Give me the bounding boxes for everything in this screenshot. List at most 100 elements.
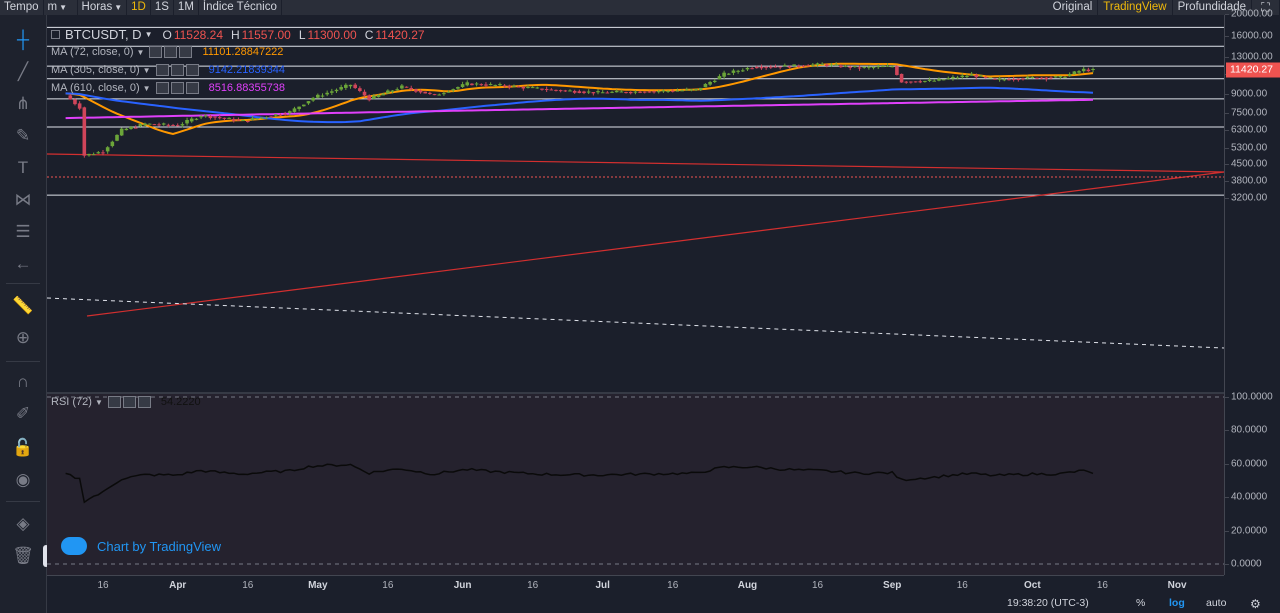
price-pane[interactable]: BTCUSDT, D ▼ O 11528.24 H 11557.00 L 11300.… xyxy=(46,15,1225,392)
gear-icon[interactable]: ⚙ xyxy=(1250,597,1261,611)
candle-body xyxy=(993,78,997,80)
price-axis[interactable]: 30000.0024000.0020000.0016000.0013000.00… xyxy=(1224,0,1280,575)
toolbar-item-hours[interactable]: Horas ▼ xyxy=(78,0,128,15)
toolbar-item-1d[interactable]: 1D xyxy=(127,0,151,15)
rsi-axis-label: 60.0000 xyxy=(1231,458,1268,470)
rsi-axis-tick xyxy=(1225,430,1229,432)
candle-body xyxy=(666,90,670,92)
candle-body xyxy=(96,152,101,154)
visibility-toggle-icon[interactable] xyxy=(155,64,169,76)
time-axis[interactable]: 16 Apr 16 May 16 Jun 16 Jul 16 Aug 16 Sep 16 Oct 16 Nov xyxy=(47,575,1224,594)
price-axis-tick xyxy=(1225,163,1229,165)
candle-body xyxy=(839,65,843,68)
candle-body xyxy=(792,64,796,67)
toolbar-divider xyxy=(6,283,40,284)
candle-body xyxy=(418,90,423,93)
candle-body xyxy=(885,65,890,67)
candle-body xyxy=(918,81,923,83)
log-scale-toggle[interactable]: log xyxy=(1169,597,1185,609)
toolbar-item-minutes[interactable]: m ▼ xyxy=(44,0,78,15)
toolbar-item-1s[interactable]: 1S xyxy=(151,0,174,15)
candle-body xyxy=(273,114,278,116)
pattern-icon[interactable]: ⋈ xyxy=(0,185,46,215)
candle-body xyxy=(596,91,600,93)
ma-72-label[interactable]: MA (72, close, 0) xyxy=(51,46,134,58)
candle-body xyxy=(983,76,988,78)
visibility-toggle-icon[interactable] xyxy=(149,46,163,58)
tradingview-watermark[interactable]: Chart by TradingView xyxy=(61,537,221,555)
visibility-toggle-icon[interactable] xyxy=(107,396,121,408)
auto-scale-toggle[interactable]: auto xyxy=(1206,597,1226,609)
candle-body xyxy=(217,117,222,119)
candle-body xyxy=(974,74,979,78)
toolbar-item-tempo[interactable]: Tempo xyxy=(0,0,44,15)
rsi-label[interactable]: RSI (72) xyxy=(51,396,92,408)
remove-icon[interactable] xyxy=(185,82,199,94)
ma-305-label[interactable]: MA (305, close, 0) xyxy=(51,64,140,76)
candle-body xyxy=(801,65,806,67)
toolbar-item-indicators[interactable]: Índice Técnico xyxy=(199,0,282,15)
candle-body xyxy=(694,89,698,91)
remove-icon[interactable] xyxy=(179,46,193,58)
ma-610-label[interactable]: MA (610, close, 0) xyxy=(51,82,140,94)
candle-body xyxy=(997,78,1002,80)
crosshair-icon[interactable]: ┼ xyxy=(0,25,46,55)
visibility-toggle-icon[interactable] xyxy=(155,82,169,94)
price-axis-tick xyxy=(1225,147,1229,149)
eye-icon[interactable]: ◉ xyxy=(0,465,46,495)
ma-legend-610: MA (610, close, 0) ▼ 8516.88355738 xyxy=(51,82,285,94)
unlock-icon[interactable]: 🔓 xyxy=(0,433,46,463)
candle-body xyxy=(414,89,418,92)
time-axis-label: Jun xyxy=(453,580,472,591)
price-axis-tick xyxy=(1225,112,1229,114)
settings-icon[interactable] xyxy=(122,396,136,408)
candle-body xyxy=(797,65,801,67)
percent-scale-toggle[interactable]: % xyxy=(1136,597,1145,609)
price-axis-label: 3200.00 xyxy=(1231,192,1268,204)
rsi-pane[interactable]: RSI (72) ▼ 54.2220 Chart by TradingView xyxy=(47,394,1224,575)
trash-icon[interactable]: 🗑 xyxy=(0,541,46,571)
chevron-down-icon[interactable]: ▼ xyxy=(143,84,151,93)
remove-icon[interactable] xyxy=(137,396,151,408)
view-original-button[interactable]: Original xyxy=(1048,0,1099,15)
back-arrow-icon[interactable]: ← xyxy=(0,249,46,279)
settings-icon[interactable] xyxy=(170,64,184,76)
collapse-square-icon[interactable] xyxy=(51,30,60,39)
candle-body xyxy=(498,84,502,86)
candle-body xyxy=(558,90,563,92)
price-axis-label: 7500.00 xyxy=(1231,107,1268,119)
view-tradingview-button[interactable]: TradingView xyxy=(1098,0,1173,15)
drawing-toolbar: ┼ ╱ ⋔ ✎ T ⋈ ☰ ← 📏 ⊕ ∩ ✐ 🔓 ◉ ◈ 🗑 xyxy=(0,15,49,613)
candle-body xyxy=(288,111,292,113)
settings-icon[interactable] xyxy=(170,82,184,94)
fib-retracement-icon[interactable]: ☰ xyxy=(0,217,46,247)
text-icon[interactable]: T xyxy=(0,153,46,183)
magnet-icon[interactable]: ∩ xyxy=(0,367,46,397)
candle-body xyxy=(325,92,329,95)
candle-body xyxy=(231,119,236,121)
lock-drawing-icon[interactable]: ✐ xyxy=(0,399,46,429)
pitchfork-icon[interactable]: ⋔ xyxy=(0,89,46,119)
candle-body xyxy=(91,154,96,156)
remove-icon[interactable] xyxy=(185,64,199,76)
brush-icon[interactable]: ✎ xyxy=(0,121,46,151)
candle-body xyxy=(540,88,544,90)
chevron-down-icon[interactable]: ▼ xyxy=(95,398,103,407)
trend-line-icon[interactable]: ╱ xyxy=(0,57,46,87)
zoom-in-icon[interactable]: ⊕ xyxy=(0,323,46,353)
ruler-icon[interactable]: 📏 xyxy=(0,291,46,321)
candle-body xyxy=(292,108,297,112)
chevron-down-icon[interactable]: ▼ xyxy=(143,66,151,75)
ohlc-close-value: 11420.27 xyxy=(375,27,425,42)
candle-body xyxy=(899,73,904,83)
symbol-title[interactable]: BTCUSDT, D xyxy=(65,27,142,42)
chevron-down-icon[interactable]: ▼ xyxy=(145,30,153,39)
layers-icon[interactable]: ◈ xyxy=(0,509,46,539)
candle-body xyxy=(222,117,227,119)
price-axis-label: 3800.00 xyxy=(1231,175,1268,187)
settings-icon[interactable] xyxy=(164,46,178,58)
candle-body xyxy=(376,94,381,98)
candle-body xyxy=(311,97,315,101)
chevron-down-icon[interactable]: ▼ xyxy=(137,48,145,57)
toolbar-item-1m[interactable]: 1M xyxy=(174,0,199,15)
